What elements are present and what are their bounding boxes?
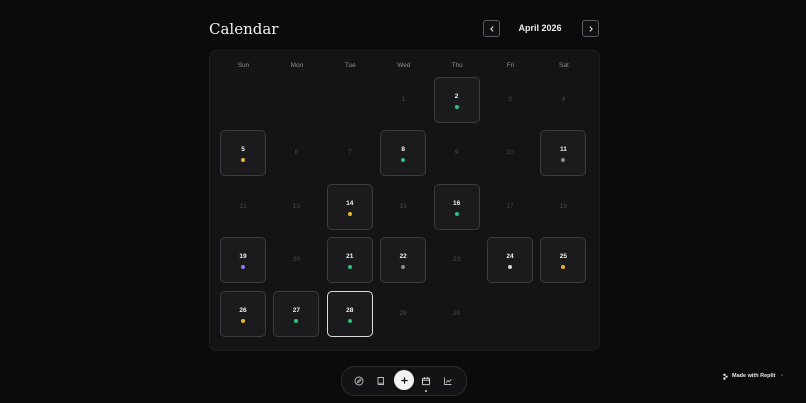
chevron-right-icon [588, 25, 593, 32]
calendar-day[interactable]: 25 [540, 237, 587, 284]
next-month-button[interactable] [582, 20, 599, 37]
calendar-day[interactable]: 23 [434, 237, 480, 283]
dock-explore-button[interactable] [350, 372, 368, 390]
month-label: April 2026 [518, 23, 562, 33]
calendar-day[interactable]: 19 [220, 237, 266, 284]
made-with-replit-badge[interactable]: Made with Replit × [722, 370, 783, 382]
entry-dot [347, 318, 352, 323]
day-number: 5 [241, 146, 245, 154]
calendar-day[interactable]: 30 [434, 291, 480, 337]
calendar-day[interactable]: 26 [220, 290, 266, 337]
bottom-dock [341, 366, 467, 396]
day-number: 12 [239, 202, 247, 210]
day-number: 21 [346, 253, 354, 261]
calendar-day[interactable]: 17 [487, 184, 533, 230]
calendar-day[interactable]: 29 [380, 291, 426, 337]
entry-dot [401, 158, 406, 163]
entry-dot [241, 265, 245, 270]
calendar-day[interactable]: 12 [220, 184, 266, 230]
day-number: 27 [292, 306, 300, 314]
day-number: 30 [452, 309, 461, 317]
day-number: 25 [559, 253, 567, 261]
day-number: 8 [401, 146, 405, 154]
calendar-day[interactable]: 4 [540, 77, 586, 123]
day-number: 1 [401, 96, 405, 103]
entry-dot [561, 265, 566, 270]
day-number: 26 [239, 306, 247, 314]
entry-dot [508, 265, 512, 270]
calendar-day[interactable]: 13 [273, 184, 319, 230]
day-number: 2 [454, 93, 459, 100]
entry-dot [241, 158, 245, 163]
dock-calendar-button[interactable] [417, 372, 435, 390]
dock-journal-button[interactable] [372, 372, 390, 390]
header: Calendar April 2026 [209, 18, 599, 40]
day-number: 11 [559, 146, 567, 154]
day-number: 6 [294, 149, 299, 157]
calendar-day[interactable]: 18 [540, 184, 586, 230]
calendar-day[interactable]: 2 [433, 77, 480, 123]
calendar-day[interactable]: 1 [380, 77, 426, 123]
day-number: 9 [454, 149, 459, 157]
day-number: 18 [559, 202, 567, 210]
day-number: 14 [346, 199, 354, 207]
calendar-day[interactable]: 24 [487, 237, 533, 284]
calendar-day[interactable]: 9 [434, 130, 480, 176]
entry-dot [294, 318, 299, 323]
calendar-day[interactable]: 6 [273, 130, 319, 176]
day-number: 17 [506, 202, 514, 210]
day-number: 20 [292, 256, 300, 264]
entry-dot [241, 318, 245, 323]
day-number: 15 [399, 202, 407, 210]
replit-logo-icon [723, 373, 728, 380]
calendar-day[interactable]: 22 [380, 237, 427, 284]
calendar-icon [422, 377, 430, 386]
day-number: 10 [506, 149, 514, 157]
day-number: 23 [452, 256, 461, 264]
calendar-day[interactable]: 14 [326, 183, 373, 230]
badge-close-button[interactable]: × [780, 373, 783, 379]
plus-icon [400, 376, 408, 384]
compass-icon [354, 376, 364, 386]
calendar-day[interactable]: 8 [380, 130, 427, 177]
calendar-panel: Sun Mon Tue Wed Thu Fri Sat 1 2 3 4 5 6 7 8 9 10 11 12 13 1… [209, 50, 600, 351]
day-number: 13 [292, 202, 300, 210]
calendar-day-today[interactable]: 28 [326, 290, 373, 337]
calendar-day[interactable]: 15 [380, 184, 426, 230]
entry-dot [401, 265, 406, 270]
calendar-day[interactable]: 21 [326, 237, 373, 284]
entry-dot [454, 211, 459, 216]
page-title: Calendar [209, 20, 279, 38]
calendar-day[interactable]: 10 [487, 130, 533, 176]
entry-dot [561, 158, 566, 163]
entry-dot [454, 105, 459, 109]
chart-icon [444, 377, 452, 385]
calendar-day[interactable]: 3 [487, 77, 533, 123]
calendar-day[interactable]: 7 [327, 130, 373, 176]
day-number: 19 [239, 253, 247, 261]
day-number: 29 [399, 309, 407, 317]
calendar-grid: 1 2 3 4 5 6 7 8 9 10 11 12 13 14 15 16 17 18 19 20 21 22 23 24 2… [210, 51, 599, 350]
entry-dot [347, 211, 352, 216]
previous-month-button[interactable] [483, 20, 500, 37]
calendar-day[interactable]: 11 [540, 130, 587, 177]
entry-dot [347, 265, 352, 270]
active-tab-indicator [425, 390, 427, 392]
calendar-day[interactable]: 16 [433, 183, 480, 230]
calendar-day[interactable]: 5 [220, 130, 266, 177]
badge-label: Made with Replit [732, 373, 776, 379]
day-number: 24 [506, 253, 514, 261]
dock-add-button[interactable] [394, 370, 414, 390]
chevron-left-icon [489, 25, 494, 32]
calendar-day[interactable]: 20 [273, 237, 319, 283]
calendar-day[interactable]: 27 [273, 290, 320, 337]
day-number: 16 [452, 199, 461, 207]
book-icon [377, 377, 384, 385]
day-number: 7 [347, 149, 352, 157]
day-number: 4 [561, 96, 566, 103]
day-number: 22 [399, 253, 407, 261]
day-number: 28 [346, 306, 354, 314]
day-number: 3 [508, 96, 512, 103]
dock-stats-button[interactable] [439, 372, 457, 390]
